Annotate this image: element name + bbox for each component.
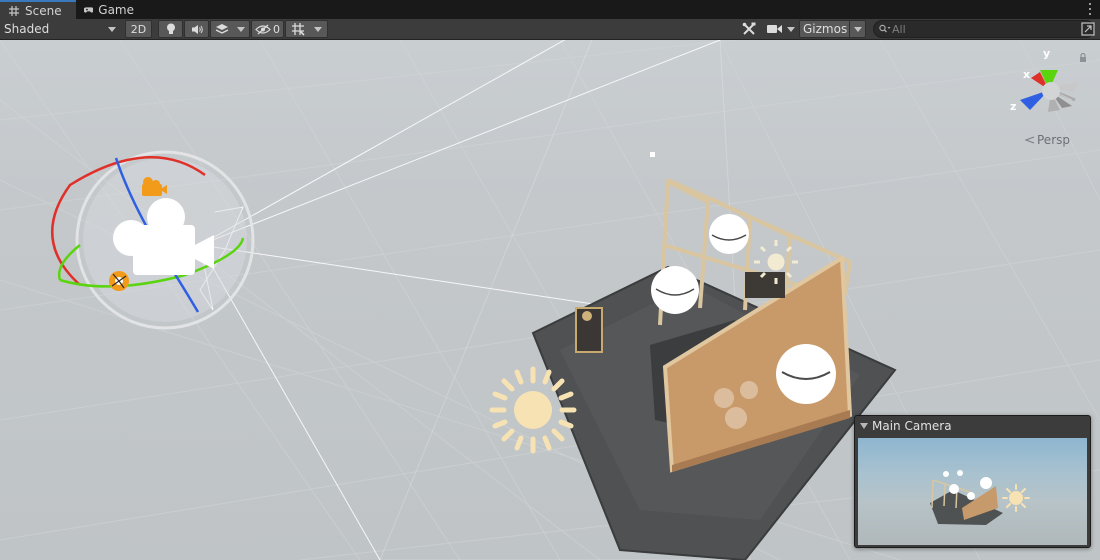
orientation-gizmo[interactable]: y x z — [1010, 47, 1078, 113]
hidden-objects-count: 0 — [273, 22, 280, 36]
scene-toolbar: Shaded 2D 0 Gizmos All — [0, 19, 1100, 40]
camera-preview-render — [858, 438, 1087, 545]
shading-mode-dropdown[interactable]: Shaded — [0, 20, 120, 38]
camera-preview-header[interactable]: Main Camera — [855, 416, 1090, 436]
chevron-down-icon — [108, 26, 116, 32]
grid-snap-icon — [291, 23, 305, 36]
search-input[interactable] — [892, 22, 1072, 36]
camera-settings-dropdown[interactable] — [764, 20, 798, 38]
chevron-down-icon — [237, 26, 245, 32]
axis-z-label: z — [1010, 100, 1016, 113]
chevron-down-icon — [854, 26, 862, 32]
preview-scene-image — [930, 470, 1030, 525]
sun-light-gizmo[interactable] — [489, 366, 577, 454]
gizmos-label: Gizmos — [803, 22, 848, 36]
tools-icon — [742, 22, 756, 35]
scene-visibility-toggle[interactable]: 0 — [251, 20, 284, 38]
tab-game-label: Game — [98, 2, 134, 17]
search-icon — [879, 24, 891, 33]
tools-button[interactable] — [737, 20, 761, 38]
editor-tab-bar: Scene Game — [0, 0, 1100, 19]
lock-icon[interactable] — [1079, 53, 1087, 62]
tab-options-menu-icon[interactable] — [1088, 3, 1092, 15]
frustum-handle[interactable] — [650, 152, 655, 157]
projection-label: Persp — [1037, 133, 1070, 147]
lightbulb-icon — [166, 23, 175, 34]
aperture-icon — [109, 271, 129, 291]
scene-search-field[interactable] — [873, 20, 1095, 38]
tab-scene[interactable]: Scene — [0, 0, 76, 19]
collapse-arrow-icon[interactable] — [860, 423, 868, 429]
gizmos-dropdown[interactable]: Gizmos — [799, 20, 866, 38]
grid-snapping-dropdown[interactable] — [285, 20, 328, 38]
toggle-2d-label: 2D — [130, 22, 147, 36]
chevron-down-icon — [314, 26, 323, 32]
toggle-2d-button[interactable]: 2D — [125, 20, 152, 38]
projection-toggle[interactable]: Persp — [1025, 133, 1070, 147]
shading-mode-value: Shaded — [4, 22, 50, 36]
speaker-icon — [191, 24, 203, 34]
layers-effects-icon — [215, 24, 229, 34]
audio-toggle-button[interactable] — [184, 20, 209, 38]
tab-scene-label: Scene — [25, 3, 62, 18]
video-camera-icon — [767, 25, 782, 33]
maximize-view-icon[interactable] — [1081, 22, 1095, 36]
axis-x-label: x — [1023, 68, 1030, 81]
perspective-icon — [1025, 136, 1035, 144]
grid-icon — [9, 5, 19, 16]
lighting-toggle-button[interactable] — [158, 20, 183, 38]
gamepad-icon — [84, 6, 94, 13]
tab-game[interactable]: Game — [76, 0, 142, 19]
camera-preview-title: Main Camera — [872, 419, 952, 433]
axis-y-label: y — [1043, 47, 1050, 60]
main-camera-gizmo[interactable] — [51, 150, 255, 330]
chevron-down-icon — [787, 26, 795, 32]
eye-slash-icon — [255, 24, 271, 34]
camera-preview-panel: Main Camera — [854, 415, 1091, 548]
scene-viewport[interactable]: y x z Persp Main Camera — [0, 40, 1100, 560]
effects-dropdown[interactable] — [210, 20, 250, 38]
